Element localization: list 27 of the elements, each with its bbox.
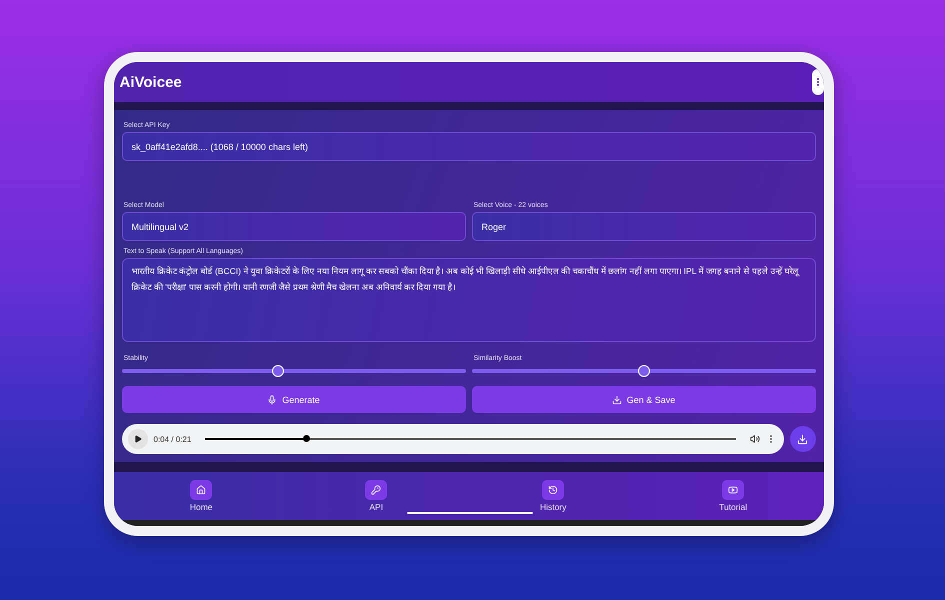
download-icon (612, 394, 622, 404)
history-icon (542, 480, 564, 500)
slider-thumb[interactable] (272, 365, 284, 377)
download-button[interactable] (790, 426, 816, 452)
microphone-icon (267, 394, 278, 404)
model-select[interactable]: Multilingual v2 (122, 212, 466, 241)
playback-time: 0:04 / 0:21 (154, 434, 192, 444)
nav-item[interactable]: Tutorial (719, 480, 748, 512)
progress-thumb[interactable] (303, 435, 310, 442)
api-key-select[interactable]: sk_0aff41e2afd8.... (1068 / 10000 chars left) (122, 132, 816, 161)
text-input-field[interactable]: भारतीय क्रिकेट कंट्रोल बोर्ड (BCCI) ने युवा क्रिकेटरों के लिए नया नियम लागू कर सबको चौंका दिया है। अब कोई भी खिलाड़ी सीधे आईपीएल की चकाचौंध में छलांग नहीं लगा पाएगा। IPL में जगह बनाने से पहले उन्हें घरेलू क्रिकेट की 'परीक्षा' पास करनी होगी। यानी रणजी जैसे प्रथम श्रेणी मैच खेलना अब अनिवार्य कर दिया गया है। (122, 258, 816, 342)
menu-button[interactable] (812, 69, 824, 95)
play-button[interactable] (128, 429, 148, 449)
play-icon (134, 435, 142, 443)
key-icon (365, 480, 388, 500)
save-button[interactable]: Gen & Save (472, 386, 816, 413)
voice-select[interactable]: Roger (472, 212, 816, 241)
nav-item[interactable]: API (365, 480, 388, 512)
download-icon (797, 434, 808, 444)
slider-thumb[interactable] (638, 365, 650, 377)
generate-button[interactable]: Generate (122, 386, 466, 413)
video-icon (722, 480, 744, 500)
volume-icon[interactable] (750, 434, 760, 444)
home-icon (190, 480, 212, 500)
nav-item[interactable]: Home (190, 480, 213, 512)
app-title: AiVoicee (120, 74, 182, 90)
nav-item[interactable]: History (540, 480, 566, 512)
